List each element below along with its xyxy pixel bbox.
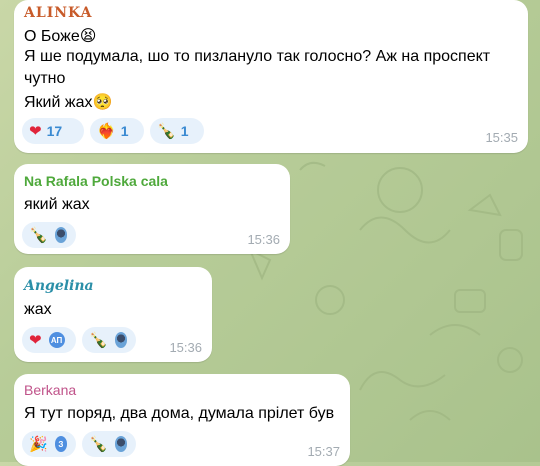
reactor-avatar	[52, 225, 69, 245]
message-bubble[interactable]: Na Rafala Polska cala який жах 🍾 15:36	[14, 164, 290, 254]
red-heart-icon: ❤	[29, 121, 42, 140]
message-text-line: О Боже😫	[24, 28, 97, 45]
champagne-bottle-icon: 🍾	[89, 434, 108, 453]
reaction-heart[interactable]: ❤ 17	[22, 118, 84, 144]
message-time: 15:36	[247, 232, 280, 247]
message-bubble[interactable]: ALINKA О Боже😫 Я ше подумала, шо то пизл…	[14, 0, 528, 153]
champagne-bottle-icon: 🍾	[157, 121, 176, 140]
reaction-champagne[interactable]: 🍾	[82, 431, 136, 457]
message-time: 15:37	[307, 444, 340, 459]
message-time: 15:36	[169, 340, 202, 355]
message-bubble[interactable]: Berkana Я тут поряд, два дома, думала пр…	[14, 374, 350, 466]
champagne-bottle-icon: 🍾	[29, 225, 48, 244]
reaction-heart[interactable]: ❤ АП	[22, 327, 76, 353]
reaction-party-popper[interactable]: 🎉 З	[22, 431, 76, 457]
sender-name[interactable]: Angelina	[24, 278, 94, 294]
sender-name[interactable]: Berkana	[24, 382, 76, 398]
reaction-champagne[interactable]: 🍾	[22, 222, 76, 248]
reaction-count: 17	[46, 123, 63, 139]
sender-name[interactable]: ALINKA	[24, 5, 93, 21]
message-text-line: Я тут поряд, два дома, думала прілет був	[24, 405, 335, 422]
message-text-line: Я ше подумала, шо то пизлануло так голос…	[24, 48, 491, 65]
reactor-avatar: З	[52, 434, 69, 454]
reaction-champagne[interactable]: 🍾	[82, 327, 136, 353]
heart-on-fire-icon: ❤‍🔥	[97, 121, 116, 140]
message-text-line: Який жах🥺	[24, 94, 113, 111]
message-bubble[interactable]: Angelina жах ❤ АП 🍾 15:36	[14, 267, 212, 362]
message-text-line: жах	[24, 301, 52, 318]
reactor-avatar: АП	[46, 330, 67, 350]
sender-name[interactable]: Na Rafala Polska cala	[24, 173, 168, 189]
champagne-bottle-icon: 🍾	[89, 330, 108, 349]
reactor-avatar	[112, 434, 129, 454]
reaction-count: 1	[120, 123, 129, 139]
message-text-line: який жах	[24, 196, 90, 213]
message-time: 15:35	[485, 130, 518, 145]
reaction-count: 1	[180, 123, 189, 139]
reaction-champagne[interactable]: 🍾 1	[150, 118, 204, 144]
party-popper-icon: 🎉	[29, 434, 48, 453]
red-heart-icon: ❤	[29, 330, 42, 349]
reactor-avatar	[112, 330, 129, 350]
message-text-line: чутно	[24, 70, 66, 87]
reaction-heart-on-fire[interactable]: ❤‍🔥 1	[90, 118, 144, 144]
